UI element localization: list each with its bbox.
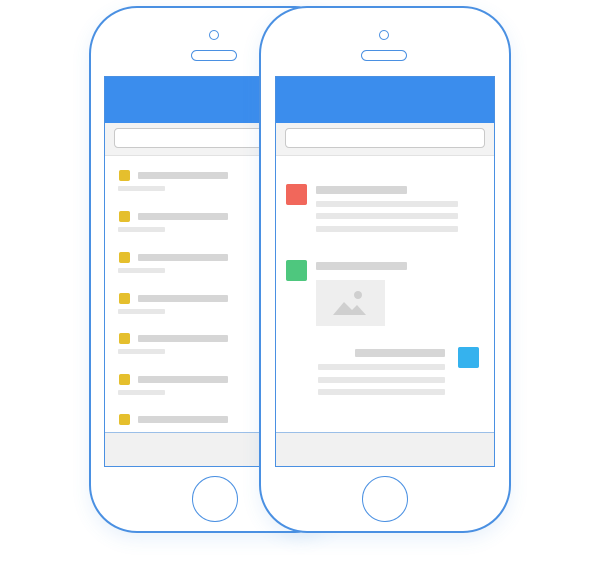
camera-icon xyxy=(379,30,389,40)
speaker-icon xyxy=(361,50,407,61)
mountain-image-icon xyxy=(333,291,366,315)
speaker-icon xyxy=(191,50,237,61)
message-text-line xyxy=(318,389,445,395)
search-input[interactable] xyxy=(285,128,485,148)
yellow-square-icon xyxy=(119,293,130,304)
yellow-square-icon xyxy=(119,170,130,181)
yellow-square-icon xyxy=(119,414,130,425)
home-button[interactable] xyxy=(192,476,238,522)
message-text-line xyxy=(316,226,458,232)
list-item-title-placeholder xyxy=(138,416,228,423)
yellow-square-icon xyxy=(119,211,130,222)
yellow-square-icon xyxy=(119,252,130,263)
message-author-placeholder xyxy=(355,349,445,357)
list-item-subtitle-placeholder xyxy=(118,390,165,395)
list-item-title-placeholder xyxy=(138,213,228,220)
message-text-line xyxy=(318,377,445,383)
message-text-line xyxy=(316,213,458,219)
bottom-toolbar xyxy=(276,432,494,466)
message-author-placeholder xyxy=(316,262,407,270)
red-square-avatar-icon xyxy=(286,184,307,205)
message-image[interactable] xyxy=(316,280,385,326)
list-item-subtitle-placeholder xyxy=(118,227,165,232)
list-item-title-placeholder xyxy=(138,335,228,342)
blue-square-avatar-icon xyxy=(458,347,479,368)
home-button[interactable] xyxy=(362,476,408,522)
list-item-title-placeholder xyxy=(138,376,228,383)
phone-right xyxy=(259,6,511,533)
list-item-title-placeholder xyxy=(138,295,228,302)
list-item-subtitle-placeholder xyxy=(118,309,165,314)
message-author-placeholder xyxy=(316,186,407,194)
green-square-avatar-icon xyxy=(286,260,307,281)
camera-icon xyxy=(209,30,219,40)
yellow-square-icon xyxy=(119,374,130,385)
list-item-subtitle-placeholder xyxy=(118,268,165,273)
message-text-line xyxy=(318,364,445,370)
list-item-title-placeholder xyxy=(138,172,228,179)
message-text-line xyxy=(316,201,458,207)
list-item-title-placeholder xyxy=(138,254,228,261)
search-bar xyxy=(276,123,494,156)
chat-screen xyxy=(275,76,495,467)
yellow-square-icon xyxy=(119,333,130,344)
app-header xyxy=(276,77,494,123)
list-item-subtitle-placeholder xyxy=(118,349,165,354)
illustration-canvas xyxy=(0,0,600,570)
list-item-subtitle-placeholder xyxy=(118,186,165,191)
